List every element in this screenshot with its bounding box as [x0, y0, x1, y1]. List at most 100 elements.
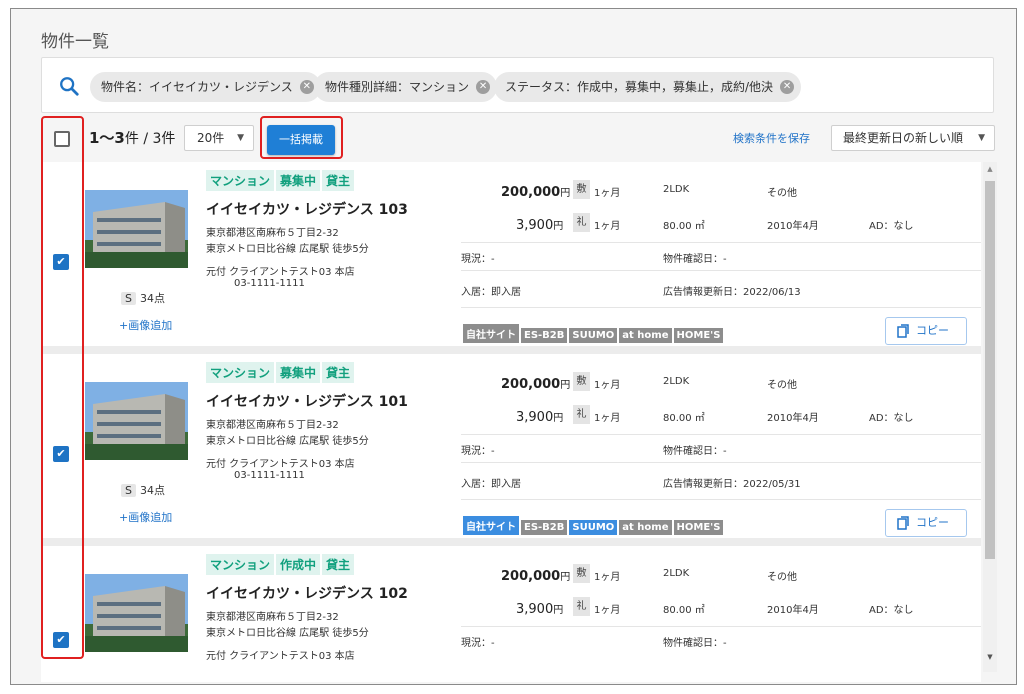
copy-label: コピー: [916, 516, 949, 529]
area: 80.00 ㎡: [663, 413, 705, 424]
property-address: 東京都港区南麻布５丁目2-32: [206, 420, 339, 431]
property-access: 東京メトロ日比谷線 広尾駅 徒歩5分: [206, 244, 369, 255]
scroll-up-icon[interactable]: ▲: [985, 165, 995, 175]
check-icon: ✔: [56, 447, 66, 460]
close-circle-icon[interactable]: ✕: [299, 80, 314, 94]
rent-value: 200,000: [501, 185, 561, 200]
filter-chip-name[interactable]: 物件名：イイセイカツ・レジデンス ✕: [90, 72, 321, 102]
deposit-label: 敷: [573, 372, 590, 391]
rent-value: 200,000: [501, 569, 561, 584]
app-window: 物件一覧 物件名：イイセイカツ・レジデンス ✕ 物件種別詳細：マンション ✕ ス…: [10, 8, 1017, 685]
mgmt-fee-value: 3,900: [516, 410, 554, 425]
property-card: ✔ マンション 作成中 貸主 イイセイカツ・レジデンス 102 東京都港区南麻布５丁…: [41, 546, 981, 682]
per-page-select[interactable]: 20件 ▼: [184, 125, 254, 151]
portal-badge[interactable]: HOME'S: [673, 520, 724, 535]
property-photo[interactable]: [85, 190, 188, 268]
portal-badge[interactable]: ES-B2B: [521, 520, 568, 535]
key-money: 1ヶ月: [594, 221, 621, 232]
deposit-label: 敷: [573, 180, 590, 199]
caret-down-icon: ▼: [237, 133, 244, 143]
row-checkbox[interactable]: ✔: [53, 632, 69, 648]
count-total: / 3件: [138, 131, 176, 147]
rent: 200,000円: [501, 376, 570, 392]
row-checkbox[interactable]: ✔: [53, 446, 69, 462]
add-image-link[interactable]: +画像追加: [119, 317, 172, 333]
ad-updated: 広告情報更新日：2022/06/13: [663, 287, 801, 298]
row-checkbox[interactable]: ✔: [53, 254, 69, 270]
copy-label: コピー: [916, 324, 949, 337]
search-bar[interactable]: 物件名：イイセイカツ・レジデンス ✕ 物件種別詳細：マンション ✕ ステータス：…: [41, 57, 994, 113]
deposit: 1ヶ月: [594, 380, 621, 391]
property-name[interactable]: イイセイカツ・レジデンス 103: [206, 199, 408, 219]
property-name[interactable]: イイセイカツ・レジデンス 102: [206, 583, 408, 603]
filter-chip-type[interactable]: 物件種別詳細：マンション ✕: [314, 72, 498, 102]
bulk-publish-button[interactable]: 一括掲載: [267, 125, 335, 155]
role-tag: 貸主: [322, 554, 355, 575]
other: その他: [767, 380, 797, 391]
search-icon[interactable]: [58, 75, 80, 97]
key-money-label: 礼: [573, 597, 590, 616]
select-all-checkbox[interactable]: [54, 131, 70, 147]
deposit: 1ヶ月: [594, 188, 621, 199]
other: その他: [767, 188, 797, 199]
rent: 200,000円: [501, 184, 570, 200]
sort-select[interactable]: 最終更新日の新しい順 ▼: [831, 125, 995, 151]
tag-row: マンション 募集中 貸主: [206, 362, 356, 383]
portal-badge[interactable]: at home: [619, 328, 672, 343]
property-photo[interactable]: [85, 574, 188, 652]
layout: 2LDK: [663, 376, 690, 387]
copy-button[interactable]: コピー: [885, 509, 967, 537]
portal-badge[interactable]: HOME'S: [673, 328, 724, 343]
mgmt-fee-unit: 円: [553, 413, 564, 424]
confirm-date: 物件確認日：-: [663, 254, 727, 265]
move-in: 入居：即入居: [461, 479, 521, 490]
close-circle-icon[interactable]: ✕: [476, 80, 491, 94]
copy-button[interactable]: コピー: [885, 317, 967, 345]
mgmt-fee: 3,900円: [516, 217, 563, 233]
scroll-down-icon[interactable]: ▼: [985, 653, 995, 663]
tag-row: マンション 募集中 貸主: [206, 170, 356, 191]
add-image-link[interactable]: +画像追加: [119, 509, 172, 525]
score: S 34点: [121, 482, 165, 498]
current-status: 現況：-: [461, 638, 495, 649]
filter-chip-status[interactable]: ステータス：作成中，募集中，募集止，成約/他決 ✕: [494, 72, 802, 102]
agent-info: 元付 クライアントテスト03 本店: [206, 459, 355, 470]
building-image: [85, 382, 188, 460]
rent-unit: 円: [560, 188, 571, 199]
scrollbar-thumb[interactable]: [985, 181, 995, 559]
ad-updated: 広告情報更新日：2022/05/31: [663, 479, 801, 490]
divider: [461, 462, 981, 463]
role-tag: 貸主: [322, 170, 355, 191]
portal-badge[interactable]: 自社サイト: [463, 324, 519, 343]
current-status: 現況：-: [461, 446, 495, 457]
building-image: [85, 190, 188, 268]
key-money-label: 礼: [573, 405, 590, 424]
move-in: 入居：即入居: [461, 287, 521, 298]
portal-badge[interactable]: SUUMO: [569, 520, 618, 535]
divider: [461, 242, 981, 243]
property-name[interactable]: イイセイカツ・レジデンス 101: [206, 391, 408, 411]
divider: [461, 626, 981, 627]
agent-phone: 03-1111-1111: [234, 278, 305, 289]
property-photo[interactable]: [85, 382, 188, 460]
area: 80.00 ㎡: [663, 605, 705, 616]
current-status: 現況：-: [461, 254, 495, 265]
deposit: 1ヶ月: [594, 572, 621, 583]
portal-badge[interactable]: ES-B2B: [521, 328, 568, 343]
score: S 34点: [121, 290, 165, 306]
divider: [461, 270, 981, 271]
rent-value: 200,000: [501, 377, 561, 392]
type-tag: マンション: [206, 362, 275, 383]
property-access: 東京メトロ日比谷線 広尾駅 徒歩5分: [206, 436, 369, 447]
mgmt-fee: 3,900円: [516, 409, 563, 425]
layout: 2LDK: [663, 568, 690, 579]
property-list: ✔ S 34点 +画像追加 マンション 募集中 貸主 イイセイカツ・レジデンス 103: [41, 162, 981, 682]
portal-badge[interactable]: SUUMO: [569, 328, 618, 343]
ad-fee: AD：なし: [869, 605, 914, 616]
portal-badge[interactable]: 自社サイト: [463, 516, 519, 535]
status-tag: 作成中: [276, 554, 321, 575]
close-circle-icon[interactable]: ✕: [780, 80, 795, 94]
result-count: 1〜3件 / 3件: [89, 127, 175, 148]
portal-badge[interactable]: at home: [619, 520, 672, 535]
save-search-link[interactable]: 検索条件を保存: [733, 130, 810, 146]
